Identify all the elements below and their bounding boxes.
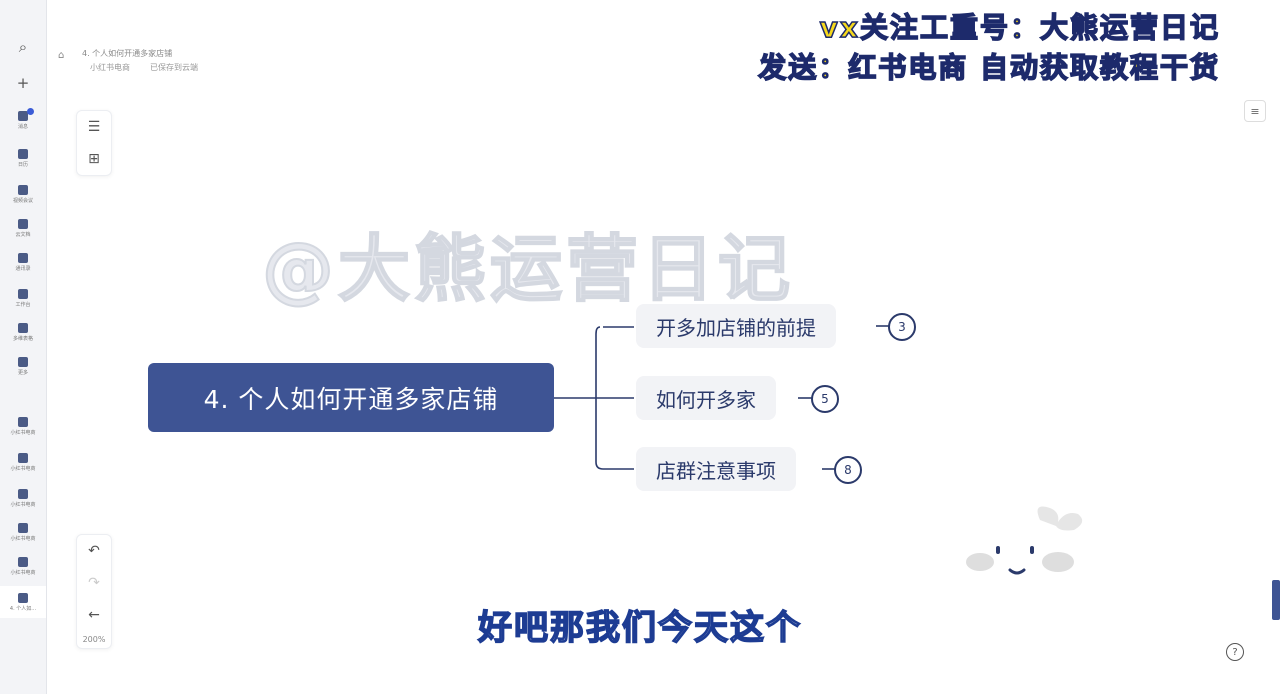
mindmap-node-notes[interactable]: 店群注意事项 [636, 447, 796, 491]
help-icon[interactable]: ? [1226, 643, 1244, 661]
mindmap-node-how-to[interactable]: 如何开多家 [636, 376, 776, 420]
connector-lines [554, 326, 634, 470]
mindmap-node-prerequisites[interactable]: 开多加店铺的前提 [636, 304, 836, 348]
scrollbar[interactable] [1272, 580, 1280, 620]
video-subtitle: 好吧那我们今天这个 [477, 607, 802, 649]
mascot-sticker [966, 506, 1083, 575]
collapsed-count-badge[interactable]: 8 [834, 456, 862, 484]
collapsed-count-badge[interactable]: 5 [811, 385, 839, 413]
collapsed-count-badge[interactable]: 3 [888, 313, 916, 341]
mindmap-root-node[interactable]: 4. 个人如何开通多家店铺 [148, 363, 554, 432]
